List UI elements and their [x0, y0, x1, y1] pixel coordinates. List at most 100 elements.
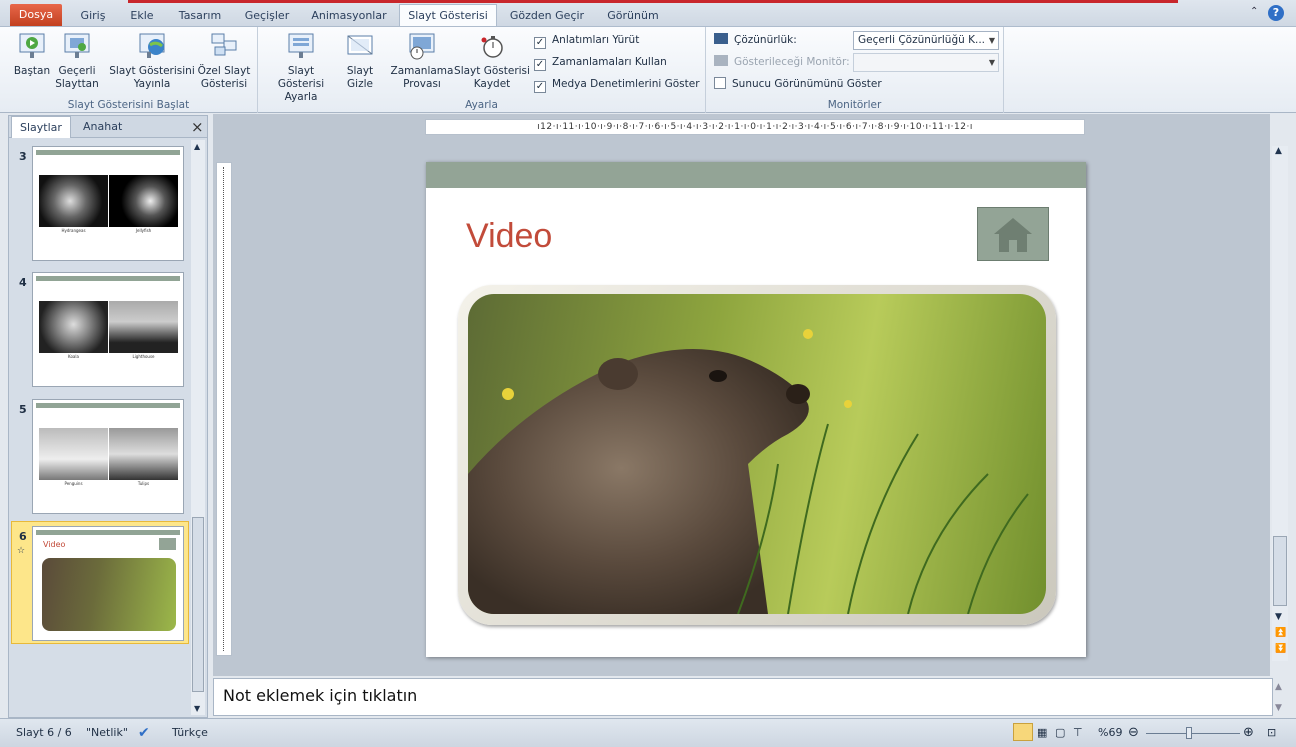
zoom-slider-thumb[interactable]	[1185, 727, 1192, 739]
checkmark-icon: ✓	[534, 81, 546, 93]
custom-slideshow-button[interactable]: Özel Slayt Gösterisi	[196, 31, 252, 91]
broadcast-globe-icon	[137, 31, 167, 61]
zoom-slider[interactable]	[1146, 727, 1240, 739]
scroll-up-icon[interactable]: ▲	[1275, 146, 1282, 156]
notes-input[interactable]: Not eklemek için tıklatın	[213, 678, 1273, 716]
home-icon	[994, 218, 1032, 252]
play-narrations-checkbox[interactable]: ✓ Anlatımları Yürüt	[534, 31, 639, 49]
slide-title[interactable]: Video	[466, 217, 552, 256]
tab-view[interactable]: Görünüm	[598, 6, 668, 26]
scroll-down-icon[interactable]: ▼	[1275, 612, 1282, 622]
show-on-monitor-dropdown[interactable]: ▼	[853, 53, 999, 72]
record-stopwatch-icon	[477, 31, 507, 61]
tab-animations[interactable]: Animasyonlar	[304, 6, 394, 26]
record-slideshow-button[interactable]: Slayt Gösterisi Kaydet	[454, 31, 530, 91]
help-icon[interactable]: ?	[1268, 5, 1284, 21]
theme-name[interactable]: "Netlik"	[86, 723, 128, 743]
animation-star-icon: ☆	[17, 546, 26, 556]
rehearse-timings-icon	[407, 31, 437, 61]
slideshow-view-icon[interactable]: ⊤	[1073, 723, 1083, 743]
current-slide[interactable]: Video	[426, 162, 1086, 657]
group-setup: Slayt Gösterisi Ayarla Slayt Gizle Zaman…	[258, 27, 706, 113]
language-indicator[interactable]: Türkçe	[172, 723, 208, 743]
resolution-dropdown[interactable]: Geçerli Çözünürlüğü K... ▼	[853, 31, 999, 50]
previous-slide-icon[interactable]: ⏫	[1275, 628, 1286, 638]
slide-number: 4	[19, 276, 27, 289]
spell-check-icon[interactable]: ✔	[138, 723, 150, 743]
tab-insert[interactable]: Ekle	[122, 6, 162, 26]
hide-slide-button[interactable]: Slayt Gizle	[340, 31, 380, 91]
slides-pane: Slaytlar Anahat × 3 Hydrangeas Jellyfish…	[8, 115, 208, 718]
slide-thumbnail-4[interactable]: Koala Lighthouse	[32, 272, 184, 387]
thumbnail-image	[109, 175, 178, 227]
scroll-thumb[interactable]	[1273, 536, 1287, 606]
monitor-disabled-icon	[714, 55, 728, 66]
tab-home[interactable]: Giriş	[72, 6, 114, 26]
slide-scrollbar[interactable]: ▲ ▼ ⏫ ⏬	[1272, 146, 1288, 661]
minimize-ribbon-icon[interactable]: ⌃	[1250, 6, 1258, 17]
fit-to-window-icon[interactable]: ⊡	[1267, 723, 1276, 743]
tab-outline[interactable]: Anahat	[75, 116, 130, 138]
close-icon[interactable]: ×	[191, 118, 204, 136]
title-accent-line	[128, 0, 1178, 3]
tab-file[interactable]: Dosya	[10, 4, 62, 26]
rehearse-timings-button[interactable]: Zamanlama Provası	[390, 31, 454, 91]
chevron-down-icon: ▼	[988, 58, 995, 67]
thumbnail-image	[39, 301, 108, 353]
from-current-slide-button[interactable]: Geçerli Slayttan	[54, 31, 100, 91]
next-slide-icon[interactable]: ⏬	[1275, 644, 1286, 654]
tab-review[interactable]: Gözden Geçir	[504, 6, 590, 26]
reading-view-icon[interactable]: ▢	[1055, 723, 1065, 743]
notes-scroll-down-icon[interactable]: ▼	[1275, 703, 1282, 713]
use-timings-checkbox[interactable]: ✓ Zamanlamaları Kullan	[534, 53, 667, 71]
show-on-label: Gösterileceği Monitör:	[714, 53, 850, 71]
vertical-ruler	[216, 162, 232, 656]
pane-scrollbar[interactable]: ▲ ▼	[191, 140, 205, 715]
zoom-out-icon[interactable]: ⊖	[1128, 723, 1139, 743]
slide-thumbnail-6[interactable]: Video	[32, 526, 184, 641]
tab-transitions[interactable]: Geçişler	[238, 6, 296, 26]
slide-sorter-icon[interactable]: ▦	[1037, 723, 1047, 743]
group-monitors: Çözünürlük: Geçerli Çözünürlüğü K... ▼ Gö…	[706, 27, 1004, 113]
set-up-slideshow-button[interactable]: Slayt Gösterisi Ayarla	[264, 31, 338, 104]
slide-header-bar	[426, 162, 1086, 188]
scroll-up-icon[interactable]: ▲	[194, 142, 200, 151]
monitor-icon	[714, 33, 728, 44]
video-player[interactable]	[468, 294, 1046, 614]
slide-number: 5	[19, 403, 27, 416]
tab-slides[interactable]: Slaytlar	[11, 116, 71, 138]
tab-design[interactable]: Tasarım	[170, 6, 230, 26]
checkmark-icon: ✓	[534, 37, 546, 49]
checkmark-icon: ✓	[534, 59, 546, 71]
tab-slide-show[interactable]: Slayt Gösterisi	[399, 4, 497, 27]
slideshow-start-icon	[17, 31, 47, 61]
slide-thumbnail-3[interactable]: Hydrangeas Jellyfish	[32, 146, 184, 261]
home-icon	[159, 538, 176, 550]
slideshow-current-icon	[62, 31, 92, 61]
thumbnail-image	[109, 301, 178, 353]
from-beginning-button[interactable]: Baştan	[12, 31, 52, 78]
thumbnail-image	[39, 428, 108, 480]
presenter-view-checkbox[interactable]: Sunucu Görünümünü Göster	[714, 75, 882, 93]
scroll-thumb[interactable]	[192, 517, 204, 692]
slide-number: 6	[19, 530, 27, 543]
thumbnail-image	[109, 428, 178, 480]
slide-thumbnail-5[interactable]: Penguins Tulips	[32, 399, 184, 514]
normal-view-icon[interactable]	[1013, 723, 1033, 741]
home-action-button[interactable]	[977, 207, 1049, 261]
setup-slideshow-icon	[286, 31, 316, 61]
broadcast-slideshow-button[interactable]: Slayt Gösterisini Yayınla	[108, 31, 196, 91]
resolution-label: Çözünürlük:	[714, 31, 797, 49]
hide-slide-icon	[345, 31, 375, 61]
ribbon-tab-bar: Dosya Giriş Ekle Tasarım Geçişler Animas…	[0, 0, 1296, 27]
notes-scroll-up-icon[interactable]: ▲	[1275, 682, 1282, 692]
slide-counter: Slayt 6 / 6	[16, 726, 72, 739]
show-media-controls-checkbox[interactable]: ✓ Medya Denetimlerini Göster	[534, 75, 700, 93]
zoom-level[interactable]: %69	[1098, 723, 1122, 743]
thumbnail-image	[39, 175, 108, 227]
slide-number: 3	[19, 150, 27, 163]
zoom-in-icon[interactable]: ⊕	[1243, 723, 1254, 743]
scroll-down-icon[interactable]: ▼	[194, 704, 200, 713]
status-bar: Slayt 6 / 6 "Netlik" ✔ Türkçe ▦ ▢ ⊤ %69 …	[0, 718, 1296, 747]
video-frame	[458, 285, 1056, 625]
